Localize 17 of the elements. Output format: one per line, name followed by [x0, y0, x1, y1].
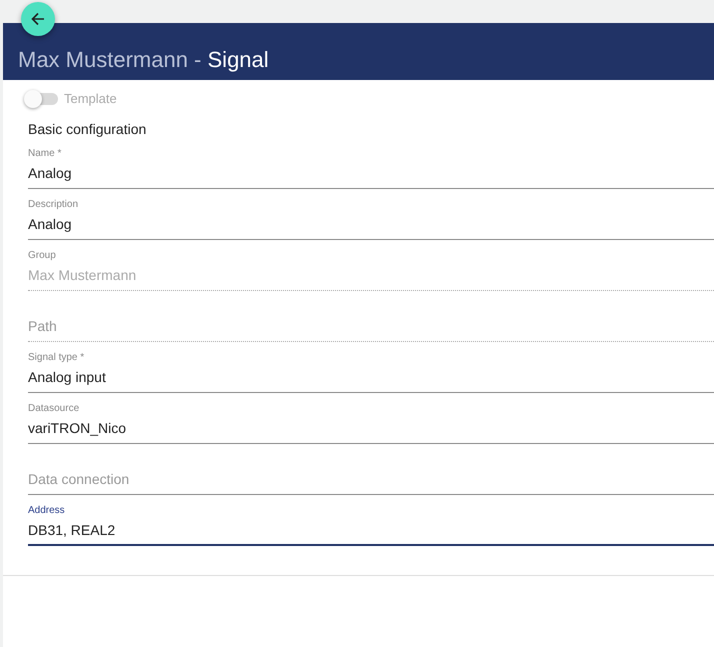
field-label: Group	[28, 249, 57, 262]
input-field[interactable]: Analog input	[28, 367, 714, 393]
input-field[interactable]: Data connection	[28, 469, 714, 495]
back-button[interactable]	[21, 2, 55, 36]
field-label: Address	[28, 504, 66, 517]
field-label: Name *	[28, 147, 62, 160]
switch-label: Template	[64, 91, 117, 106]
input-field[interactable]: Analog	[28, 214, 714, 240]
field-label: Description	[28, 198, 80, 211]
input-field[interactable]: variTRON_Nico	[28, 418, 714, 444]
input-field[interactable]: DB31, REAL2	[28, 520, 714, 546]
input-field[interactable]: Analog	[28, 163, 714, 189]
page-title: Max Mustermann - Signal	[18, 46, 269, 74]
section-title: Basic configuration	[28, 120, 148, 138]
back-arrow-icon	[30, 11, 46, 27]
field-label: Datasource	[28, 402, 80, 415]
field-label: Signal type *	[28, 351, 86, 364]
